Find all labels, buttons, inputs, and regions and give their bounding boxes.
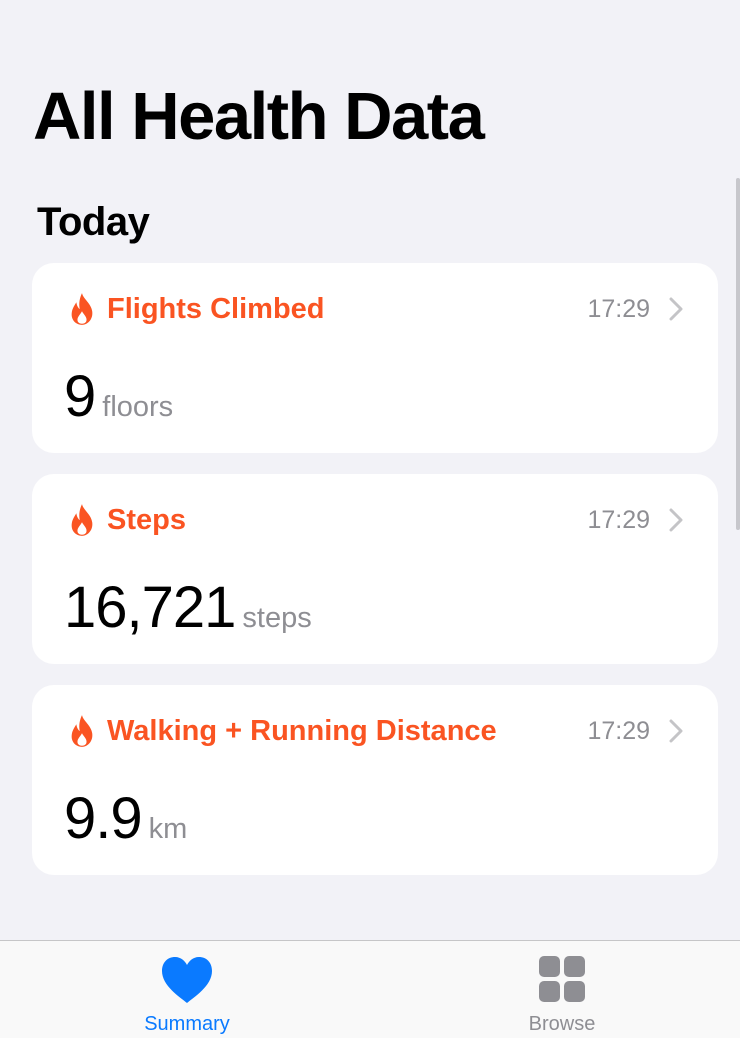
grid-icon [539,956,585,1002]
flame-icon [71,715,93,747]
health-card-steps[interactable]: Steps 17:29 16,721 steps [32,474,718,664]
value-number: 9.9 [64,786,143,851]
section-title: Today [37,200,150,244]
chevron-right-icon [669,508,683,532]
card-timestamp: 17:29 [587,716,650,745]
card-value: 16,721 steps [64,574,312,641]
card-header: Flights Climbed 17:29 [68,289,684,329]
card-header: Steps 17:29 [68,500,684,540]
page-title: All Health Data [33,79,485,154]
value-unit: steps [242,602,312,634]
screen: All Health Data Today Flights Climbed 17… [0,0,740,1038]
card-title: Steps [107,503,186,536]
value-number: 9 [64,364,96,429]
tab-browse[interactable]: Browse [482,955,642,1038]
card-timestamp: 17:29 [587,294,650,323]
value-unit: floors [102,391,174,423]
card-value: 9.9 km [64,785,187,852]
value-number: 16,721 [64,575,236,640]
chevron-right-icon [669,719,683,743]
heart-icon [162,957,212,1003]
tab-summary[interactable]: Summary [107,955,267,1038]
tab-label: Summary [144,1013,230,1035]
value-unit: km [148,813,188,845]
chevron-right-icon [669,297,683,321]
flame-icon [71,504,93,536]
card-title: Flights Climbed [107,292,325,325]
health-card-flights-climbed[interactable]: Flights Climbed 17:29 9 floors [32,263,718,453]
tab-bar: Summary Browse [0,940,740,1038]
card-title: Walking + Running Distance [107,714,497,747]
tab-label: Browse [528,1013,596,1035]
card-timestamp: 17:29 [587,505,650,534]
card-value: 9 floors [64,363,173,430]
scroll-indicator[interactable] [736,178,740,530]
card-header: Walking + Running Distance 17:29 [68,711,684,751]
flame-icon [71,293,93,325]
health-card-walking-running-distance[interactable]: Walking + Running Distance 17:29 9.9 km [32,685,718,875]
